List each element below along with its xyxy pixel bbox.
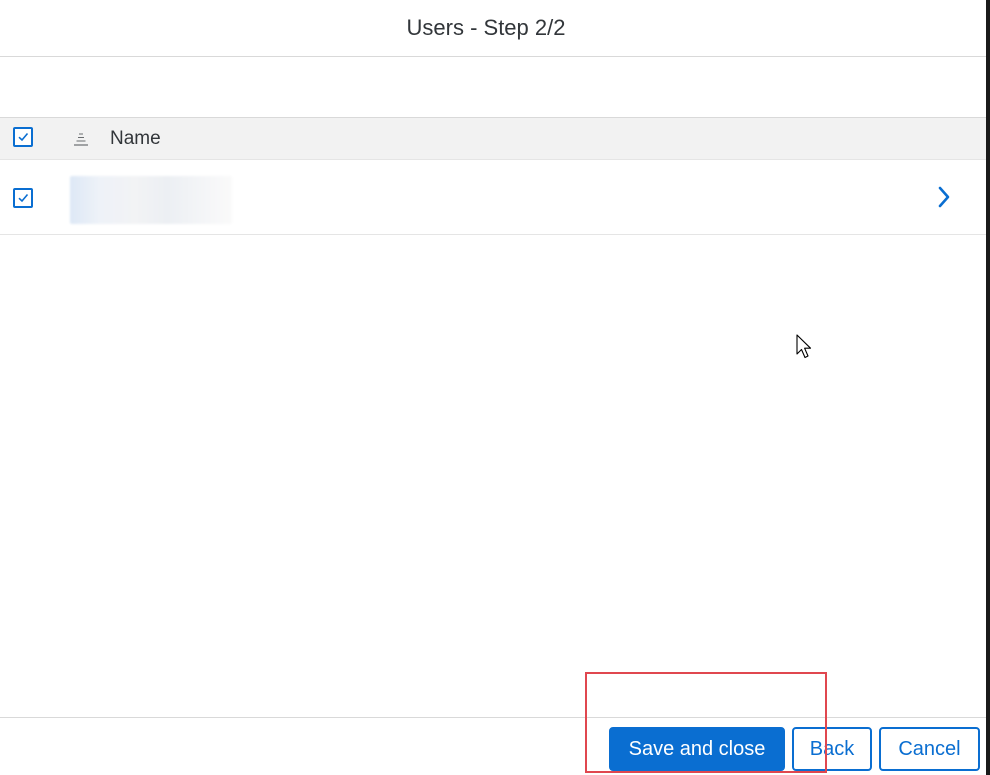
dialog-header: Users - Step 2/2 [0, 0, 986, 57]
back-button[interactable]: Back [792, 727, 872, 771]
redacted-user-name [70, 176, 232, 224]
mouse-cursor-icon [796, 334, 812, 359]
users-dialog: Users - Step 2/2 Name Save and close Bac… [0, 0, 990, 775]
dialog-subheader [0, 57, 986, 118]
save-and-close-button[interactable]: Save and close [609, 727, 785, 771]
row-checkbox[interactable] [13, 188, 33, 208]
checkmark-icon [18, 132, 29, 142]
dialog-footer: Save and close Back Cancel [0, 717, 986, 775]
chevron-right-icon[interactable] [934, 184, 954, 210]
window-edge [986, 0, 990, 775]
select-all-checkbox[interactable] [13, 127, 33, 147]
checkmark-icon [18, 193, 29, 203]
table-header-row: Name [0, 118, 986, 160]
cancel-button[interactable]: Cancel [879, 727, 980, 771]
dialog-title: Users - Step 2/2 [406, 15, 566, 40]
column-header-name[interactable]: Name [110, 128, 161, 150]
table-row[interactable] [0, 160, 986, 235]
sort-icon[interactable] [72, 132, 90, 148]
